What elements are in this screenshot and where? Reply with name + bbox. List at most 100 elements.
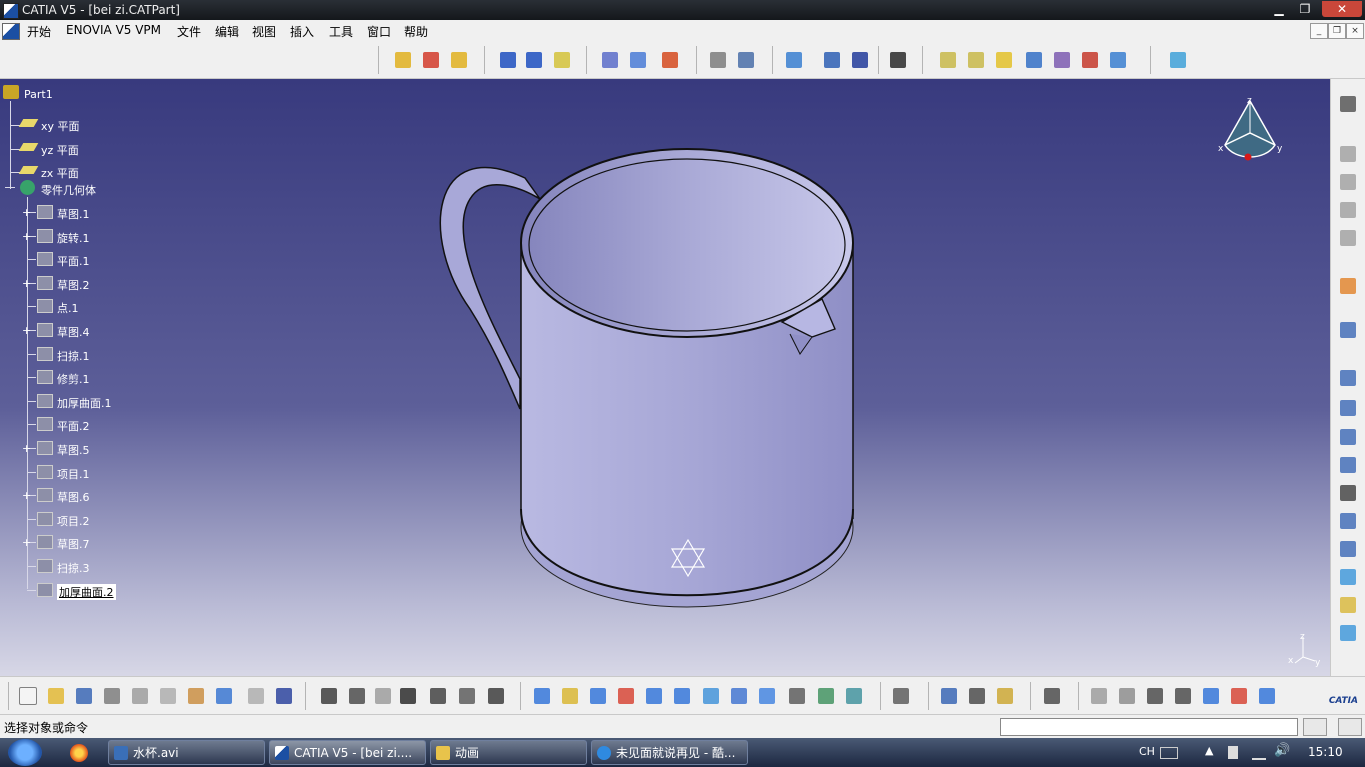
point-icon[interactable] xyxy=(497,49,519,71)
shading-icon[interactable] xyxy=(937,49,959,71)
menu-tools[interactable]: 工具 xyxy=(329,23,353,40)
command-input[interactable] xyxy=(1000,718,1298,736)
measure-item-icon[interactable] xyxy=(966,685,988,707)
cube-tool-icon[interactable] xyxy=(1337,566,1359,588)
network-icon[interactable] xyxy=(1252,746,1266,760)
close-button[interactable]: ✕ xyxy=(1322,1,1362,17)
fly-mode-icon[interactable] xyxy=(531,685,553,707)
positioned-sketch-icon[interactable] xyxy=(735,49,757,71)
hole-tool-icon[interactable] xyxy=(1337,454,1359,476)
menu-view[interactable]: 视图 xyxy=(252,23,276,40)
sketch-icon[interactable] xyxy=(707,49,729,71)
menu-enovia[interactable]: ENOVIA V5 VPM xyxy=(66,23,161,37)
command-cancel-button[interactable] xyxy=(1338,718,1362,736)
menu-window[interactable]: 窗口 xyxy=(367,23,391,40)
tree-feature-8[interactable]: 加厚曲面.1 xyxy=(57,395,112,411)
shape-icon-4[interactable] xyxy=(1337,227,1359,249)
redo-icon[interactable] xyxy=(245,685,267,707)
parameters-icon[interactable] xyxy=(485,685,507,707)
cut-icon[interactable] xyxy=(129,685,151,707)
menu-start[interactable]: 开始 xyxy=(27,23,51,40)
undo-icon[interactable] xyxy=(213,685,235,707)
doc-restore-button[interactable]: ❐ xyxy=(1328,23,1346,39)
menu-edit[interactable]: 编辑 xyxy=(215,23,239,40)
keyboard-icon[interactable] xyxy=(1160,747,1178,759)
tree-feature-5[interactable]: 草图.4 xyxy=(57,324,90,340)
shaft-icon[interactable] xyxy=(448,49,470,71)
sketch-tool-icon[interactable] xyxy=(1337,319,1359,341)
tree-plane-2[interactable]: zx 平面 xyxy=(41,165,79,181)
sketcher-gear-icon[interactable] xyxy=(1337,93,1359,115)
tree-feature-15[interactable]: 扫掠.3 xyxy=(57,560,90,576)
surface-icon[interactable] xyxy=(1167,49,1189,71)
firefox-icon[interactable] xyxy=(70,744,88,762)
tree-feature-16[interactable]: 加厚曲面.2 xyxy=(57,584,116,600)
tree-plane-0[interactable]: xy 平面 xyxy=(41,118,80,134)
pad-icon[interactable] xyxy=(392,49,414,71)
target-icon[interactable] xyxy=(1079,49,1101,71)
groove-tool-icon[interactable] xyxy=(1337,426,1359,448)
new-icon[interactable] xyxy=(17,685,39,707)
part-root-icon[interactable] xyxy=(3,85,19,99)
restore-button[interactable]: ❐ xyxy=(1292,1,1318,17)
hidden-line-icon[interactable] xyxy=(1051,49,1073,71)
formula-icon[interactable] xyxy=(318,685,340,707)
iso-view-icon[interactable] xyxy=(728,685,750,707)
grid-icon[interactable] xyxy=(849,49,871,71)
expand-toggle-icon[interactable]: + xyxy=(22,206,31,219)
annotation-icon[interactable] xyxy=(627,49,649,71)
coordinates-icon[interactable] xyxy=(1172,685,1194,707)
compass-tool-icon[interactable] xyxy=(1228,685,1250,707)
select-arrow-icon[interactable] xyxy=(1337,275,1359,297)
task-music[interactable]: 未见面就说再见 - 酷... xyxy=(591,740,748,765)
table-icon[interactable] xyxy=(397,685,419,707)
fit-icon[interactable] xyxy=(559,685,581,707)
start-orb-icon[interactable] xyxy=(8,739,42,766)
capture-icon[interactable] xyxy=(1041,685,1063,707)
comment-icon[interactable] xyxy=(346,685,368,707)
tray-expand-icon[interactable]: ▲ xyxy=(1205,744,1213,757)
clock[interactable]: 15:10 xyxy=(1308,745,1343,759)
rib-tool-icon[interactable] xyxy=(1337,482,1359,504)
tree-root-label[interactable]: Part1 xyxy=(24,88,53,101)
stiffener-tool-icon[interactable] xyxy=(1337,538,1359,560)
pan-icon[interactable] xyxy=(587,685,609,707)
tree-feature-1[interactable]: 旋转.1 xyxy=(57,230,90,246)
knowledge-icon[interactable] xyxy=(372,685,394,707)
cylinder-view-icon[interactable] xyxy=(786,685,808,707)
whats-this-icon[interactable] xyxy=(273,685,295,707)
axis-icon[interactable] xyxy=(1144,685,1166,707)
tree-feature-11[interactable]: 项目.1 xyxy=(57,466,90,482)
fillet-icon[interactable] xyxy=(1107,49,1129,71)
rotate-icon[interactable] xyxy=(615,685,637,707)
zoom-out-icon[interactable] xyxy=(671,685,693,707)
thick-surface-tool-icon[interactable] xyxy=(1337,622,1359,644)
expand-toggle-icon[interactable]: + xyxy=(22,324,31,337)
mass-icon[interactable] xyxy=(994,685,1016,707)
layer-icon[interactable] xyxy=(1200,685,1222,707)
measure-icon[interactable] xyxy=(659,49,681,71)
zoom-in-icon[interactable] xyxy=(643,685,665,707)
edges-icon[interactable] xyxy=(993,49,1015,71)
tree-feature-2[interactable]: 平面.1 xyxy=(57,253,90,269)
task-video[interactable]: 水杯.avi xyxy=(108,740,265,765)
measure-between-icon[interactable] xyxy=(938,685,960,707)
shape-icon-1[interactable] xyxy=(1337,143,1359,165)
text-icon[interactable] xyxy=(599,49,621,71)
tree-feature-0[interactable]: 草图.1 xyxy=(57,206,90,222)
tree-body-label[interactable]: 零件几何体 xyxy=(41,182,96,198)
lock-icon[interactable] xyxy=(456,685,478,707)
tree-feature-10[interactable]: 草图.5 xyxy=(57,442,90,458)
render-icon[interactable] xyxy=(815,685,837,707)
expand-toggle-icon[interactable]: + xyxy=(22,230,31,243)
save-icon[interactable] xyxy=(73,685,95,707)
fit-all-icon[interactable] xyxy=(887,49,909,71)
expand-toggle-icon[interactable]: + xyxy=(22,277,31,290)
command-toggle-button[interactable] xyxy=(1303,718,1327,736)
axis-system-icon[interactable] xyxy=(821,49,843,71)
pad-tool-icon[interactable] xyxy=(1337,367,1359,389)
task-folder[interactable]: 动画 xyxy=(430,740,587,765)
list-icon[interactable] xyxy=(1256,685,1278,707)
loft-tool-icon[interactable] xyxy=(1337,594,1359,616)
volume-icon[interactable]: 🔊 xyxy=(1274,743,1290,758)
